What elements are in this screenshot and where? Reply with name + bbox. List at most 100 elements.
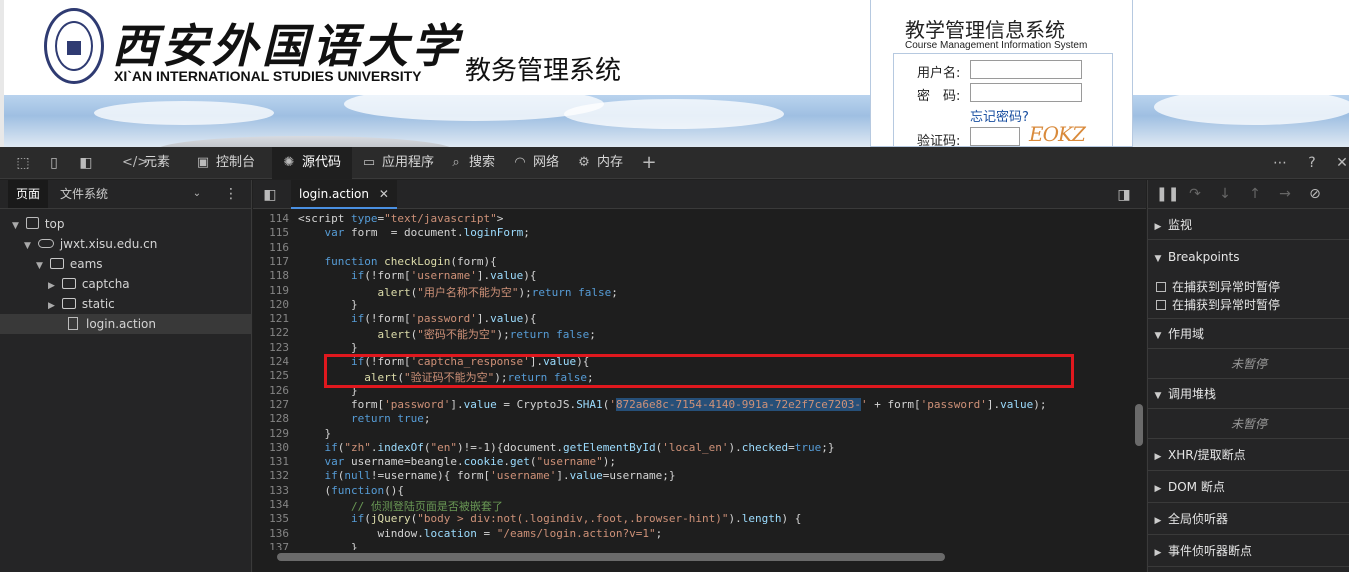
step-icon[interactable]: → bbox=[1276, 185, 1294, 203]
toggle-debugger-icon[interactable]: ◨ bbox=[1115, 186, 1133, 204]
section-call-stack[interactable]: ▼ 调用堆栈 bbox=[1148, 379, 1349, 409]
forgot-password-link[interactable]: 忘记密码? bbox=[970, 106, 1029, 125]
code-line[interactable]: var form = document.loginForm; bbox=[298, 226, 530, 239]
add-tab-icon[interactable]: + bbox=[640, 154, 658, 172]
tab-filesystem[interactable]: 文件系统 bbox=[52, 180, 116, 208]
tree-item-captcha[interactable]: ▶ captcha bbox=[0, 274, 252, 294]
file-tab-login-action[interactable]: login.action ✕ bbox=[291, 180, 397, 209]
scroll-thumb[interactable] bbox=[1135, 404, 1143, 446]
code-line[interactable]: form['password'].value = CryptoJS.SHA1('… bbox=[298, 397, 1046, 411]
step-into-icon[interactable]: ↓ bbox=[1216, 185, 1234, 203]
expand-arrow-icon: ▼ bbox=[36, 261, 43, 271]
help-icon[interactable]: ? bbox=[1303, 154, 1321, 172]
close-tab-icon[interactable]: ✕ bbox=[379, 187, 389, 201]
pause-on-caught-checkbox[interactable]: 在捕获到异常时暂停 bbox=[1156, 296, 1280, 313]
code-line[interactable]: } bbox=[298, 298, 358, 311]
captcha-image[interactable]: EOKZ bbox=[1029, 122, 1093, 147]
device-emulation-icon[interactable]: ▯ bbox=[45, 154, 63, 172]
tab-page[interactable]: 页面 bbox=[8, 180, 49, 208]
line-number[interactable]: 119 bbox=[253, 284, 289, 297]
password-input[interactable] bbox=[970, 83, 1082, 102]
tab-application[interactable]: ▭ 应用程序 bbox=[360, 147, 440, 179]
line-number[interactable]: 120 bbox=[253, 298, 289, 311]
line-number[interactable]: 122 bbox=[253, 326, 289, 339]
code-line[interactable]: window.location = "/eams/login.action?v=… bbox=[298, 527, 662, 540]
more-options-icon[interactable]: ⋯ bbox=[1271, 154, 1289, 172]
horizontal-scrollbar[interactable] bbox=[253, 550, 1146, 564]
step-over-icon[interactable]: ↷ bbox=[1186, 185, 1204, 203]
line-number[interactable]: 136 bbox=[253, 527, 289, 540]
section-global-listeners[interactable]: ▶ 全局侦听器 bbox=[1148, 503, 1349, 535]
code-line[interactable]: } bbox=[298, 427, 331, 440]
tree-item-static[interactable]: ▶ static bbox=[0, 294, 252, 314]
section-event-listener-breakpoints[interactable]: ▶ 事件侦听器断点 bbox=[1148, 535, 1349, 567]
section-watch[interactable]: ▶ 监视 bbox=[1148, 210, 1349, 240]
code-line[interactable]: if(!form['username'].value){ bbox=[298, 269, 536, 282]
search-icon: ⌕ bbox=[452, 155, 460, 170]
line-number[interactable]: 137 bbox=[253, 541, 289, 550]
scroll-thumb[interactable] bbox=[277, 553, 945, 561]
captcha-input[interactable] bbox=[970, 127, 1020, 146]
tree-item-top[interactable]: ▼ top bbox=[0, 214, 252, 234]
line-number[interactable]: 134 bbox=[253, 498, 289, 511]
line-number[interactable]: 133 bbox=[253, 484, 289, 497]
dock-sidebar-icon[interactable]: ◧ bbox=[77, 154, 95, 172]
deactivate-breakpoints-icon[interactable]: ⊘ bbox=[1306, 185, 1324, 203]
pause-icon[interactable]: ❚❚ bbox=[1156, 185, 1179, 203]
vertical-scrollbar[interactable] bbox=[1134, 210, 1144, 550]
line-number[interactable]: 135 bbox=[253, 512, 289, 525]
line-number[interactable]: 127 bbox=[253, 398, 289, 411]
tree-item-eams[interactable]: ▼ eams bbox=[0, 254, 252, 274]
section-scope[interactable]: ▼ 作用域 bbox=[1148, 319, 1349, 349]
line-number[interactable]: 116 bbox=[253, 241, 289, 254]
tree-item-login-action[interactable]: login.action bbox=[0, 314, 252, 334]
username-input[interactable] bbox=[970, 60, 1082, 79]
line-number[interactable]: 131 bbox=[253, 455, 289, 468]
tab-console[interactable]: ▣ 控制台 bbox=[194, 147, 264, 179]
code-line[interactable]: return true; bbox=[298, 412, 431, 425]
code-line[interactable]: if(!form['password'].value){ bbox=[298, 312, 536, 325]
code-line[interactable]: function checkLogin(form){ bbox=[298, 255, 497, 268]
code-line[interactable]: <script type="text/javascript"> bbox=[298, 212, 503, 225]
scope-not-paused: 未暂停 bbox=[1148, 349, 1349, 379]
tab-elements[interactable]: </>元素 bbox=[122, 147, 180, 179]
line-number[interactable]: 121 bbox=[253, 312, 289, 325]
tab-memory[interactable]: ⚙ 内存 bbox=[575, 147, 633, 179]
line-number[interactable]: 123 bbox=[253, 341, 289, 354]
pause-on-uncaught-checkbox[interactable]: 在捕获到异常时暂停 bbox=[1156, 278, 1280, 295]
tab-search[interactable]: ⌕ 搜索 bbox=[447, 147, 505, 179]
expand-arrow-icon: ▶ bbox=[1154, 222, 1162, 232]
tree-item-domain[interactable]: ▼ jwxt.xisu.edu.cn bbox=[0, 234, 252, 254]
close-devtools-icon[interactable]: ✕ bbox=[1333, 154, 1349, 172]
tab-network[interactable]: ◠ 网络 bbox=[511, 147, 569, 179]
step-out-icon[interactable]: ↑ bbox=[1246, 185, 1264, 203]
section-dom-breakpoints[interactable]: ▶ DOM 断点 bbox=[1148, 471, 1349, 503]
line-number[interactable]: 115 bbox=[253, 226, 289, 239]
line-number[interactable]: 118 bbox=[253, 269, 289, 282]
inspect-icon[interactable]: ⬚ bbox=[14, 154, 32, 172]
line-number[interactable]: 117 bbox=[253, 255, 289, 268]
code-line[interactable]: if("zh".indexOf("en")!=-1){document.getE… bbox=[298, 441, 835, 454]
line-number[interactable]: 132 bbox=[253, 469, 289, 482]
line-number[interactable]: 130 bbox=[253, 441, 289, 454]
section-breakpoints[interactable]: ▼ Breakpoints bbox=[1148, 242, 1349, 272]
line-number[interactable]: 129 bbox=[253, 427, 289, 440]
line-number[interactable]: 126 bbox=[253, 384, 289, 397]
tab-sources[interactable]: ✺ 源代码 bbox=[272, 147, 352, 179]
section-xhr-breakpoints[interactable]: ▶ XHR/提取断点 bbox=[1148, 439, 1349, 471]
source-editor: ◧ login.action ✕ ◨ 114 <script type="text… bbox=[253, 180, 1146, 572]
collapse-arrow-icon: ▶ bbox=[48, 301, 55, 311]
code-line[interactable]: (function(){ bbox=[298, 484, 404, 497]
toggle-navigator-icon[interactable]: ◧ bbox=[261, 186, 279, 204]
line-number[interactable]: 125 bbox=[253, 369, 289, 382]
code-line[interactable]: } bbox=[298, 341, 358, 354]
code-line[interactable]: if(jQuery("body > div:not(.logindiv,.foo… bbox=[298, 512, 801, 525]
line-number[interactable]: 124 bbox=[253, 355, 289, 368]
code-line[interactable]: if(null!=username){ form['username'].val… bbox=[298, 469, 676, 482]
more-vertical-icon[interactable]: ⋮ bbox=[222, 185, 240, 203]
line-number[interactable]: 114 bbox=[253, 212, 289, 225]
code-line[interactable]: } bbox=[298, 541, 358, 550]
chevron-down-icon[interactable]: ⌄ bbox=[188, 185, 206, 203]
code-line[interactable]: var username=beangle.cookie.get("usernam… bbox=[298, 455, 616, 468]
line-number[interactable]: 128 bbox=[253, 412, 289, 425]
